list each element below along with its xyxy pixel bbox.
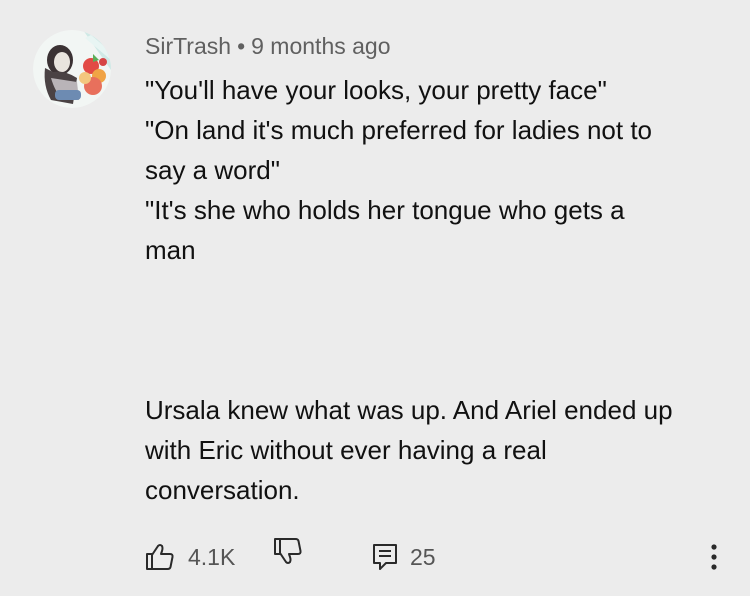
dislike-button[interactable]: [272, 535, 304, 567]
comment-timestamp[interactable]: 9 months ago: [251, 33, 390, 59]
like-count: 4.1K: [188, 544, 236, 570]
avatar-image: [33, 30, 111, 108]
more-vertical-icon[interactable]: [710, 543, 718, 571]
comment-line: "It's she who holds her tongue who gets …: [145, 195, 625, 225]
avatar[interactable]: [33, 30, 111, 108]
comment-text: "You'll have your looks, your pretty fac…: [145, 70, 725, 510]
comment-line: man: [145, 235, 196, 265]
more-options-button[interactable]: [700, 535, 728, 579]
thumbs-down-icon[interactable]: [272, 535, 304, 567]
like-button[interactable]: 4.1K: [144, 535, 235, 579]
comment-line: say a word": [145, 155, 280, 185]
reply-count: 25: [410, 544, 436, 570]
meta-separator: •: [237, 33, 246, 59]
comment-line: with Eric without ever having a real: [145, 435, 547, 465]
comment-line: conversation.: [145, 475, 300, 505]
reply-comment-icon[interactable]: [372, 542, 398, 572]
thumbs-up-icon[interactable]: [144, 541, 176, 573]
comment-line: "You'll have your looks, your pretty fac…: [145, 75, 607, 105]
author-name[interactable]: SirTrash: [145, 33, 231, 59]
comment-line: Ursala knew what was up. And Ariel ended…: [145, 395, 673, 425]
comment-actions: 4.1K 25: [0, 535, 750, 579]
comment-line: "On land it's much preferred for ladies …: [145, 115, 652, 145]
comment-meta: SirTrash • 9 months ago: [145, 31, 391, 61]
reply-button[interactable]: 25: [372, 535, 436, 579]
comment-card: SirTrash • 9 months ago "You'll have your …: [0, 0, 750, 596]
